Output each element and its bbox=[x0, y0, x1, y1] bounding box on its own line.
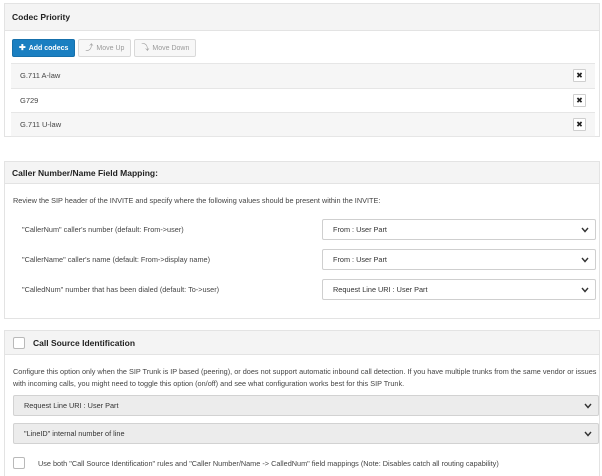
callednum-value: Request Line URI : User Part bbox=[333, 285, 428, 294]
chevron-down-icon bbox=[580, 285, 589, 294]
arrow-down-icon: ⤵ bbox=[141, 43, 150, 52]
codec-list: G.711 A-law ✖ G729 ✖ G.711 U-law ✖ bbox=[11, 63, 595, 137]
call-source-description: Configure this option only when the SIP … bbox=[13, 367, 597, 388]
arrow-up-icon: ⤴ bbox=[85, 43, 94, 52]
call-source-title: Call Source Identification bbox=[33, 337, 136, 348]
use-both-option: Use both "Call Source Identification" ru… bbox=[13, 457, 499, 469]
plus-icon: ✚ bbox=[19, 43, 26, 52]
move-up-button[interactable]: ⤴ Move Up bbox=[78, 39, 132, 57]
callernum-value: From : User Part bbox=[333, 225, 387, 234]
call-source-checkbox[interactable] bbox=[13, 336, 25, 349]
close-icon[interactable]: ✖ bbox=[573, 69, 586, 83]
codec-name: G.711 U-law bbox=[20, 119, 62, 129]
chevron-down-icon bbox=[583, 401, 592, 410]
mapping-row-callernum: "CallerNum" caller's number (default: Fr… bbox=[22, 219, 596, 240]
chevron-down-icon bbox=[580, 225, 589, 234]
list-item[interactable]: G.711 U-law ✖ bbox=[11, 112, 595, 137]
move-up-label: Move Up bbox=[96, 44, 125, 52]
callernum-label: "CallerNum" caller's number (default: Fr… bbox=[22, 225, 184, 234]
callername-value: From : User Part bbox=[333, 255, 387, 264]
codec-name: G.711 A-law bbox=[20, 71, 61, 81]
close-icon[interactable]: ✖ bbox=[573, 117, 586, 131]
lineid-select[interactable]: "LineID" internal number of line bbox=[13, 423, 599, 444]
callername-select[interactable]: From : User Part bbox=[322, 249, 596, 270]
codec-toolbar: ✚ Add codecs ⤴ Move Up ⤵ Move Down bbox=[12, 39, 197, 57]
list-item[interactable]: G729 ✖ bbox=[11, 87, 595, 112]
callednum-label: "CalledNum" number that has been dialed … bbox=[22, 285, 220, 294]
field-mapping-description: Review the SIP header of the INVITE and … bbox=[13, 196, 381, 205]
codec-priority-panel: Codec Priority ✚ Add codecs ⤴ Move Up ⤵ … bbox=[4, 3, 600, 137]
mapping-row-callednum: "CalledNum" number that has been dialed … bbox=[22, 279, 596, 300]
lineid-select-value: "LineID" internal number of line bbox=[24, 429, 125, 438]
codec-priority-title: Codec Priority bbox=[5, 4, 599, 31]
add-codecs-button[interactable]: ✚ Add codecs bbox=[12, 39, 76, 57]
field-mapping-title: Caller Number/Name Field Mapping: bbox=[5, 162, 599, 184]
close-icon[interactable]: ✖ bbox=[573, 93, 586, 107]
move-down-button[interactable]: ⤵ Move Down bbox=[134, 39, 197, 57]
codec-name: G729 bbox=[20, 95, 39, 105]
call-source-select[interactable]: Request Line URI : User Part bbox=[13, 395, 599, 416]
list-item[interactable]: G.711 A-law ✖ bbox=[11, 63, 595, 88]
chevron-down-icon bbox=[583, 429, 592, 438]
callername-label: "CallerName" caller's name (default: Fro… bbox=[22, 255, 211, 264]
call-source-select-value: Request Line URI : User Part bbox=[24, 401, 119, 410]
move-down-label: Move Down bbox=[152, 44, 190, 52]
chevron-down-icon bbox=[580, 255, 589, 264]
call-source-header: Call Source Identification bbox=[5, 331, 599, 355]
use-both-checkbox[interactable] bbox=[13, 457, 25, 469]
use-both-label: Use both "Call Source Identification" ru… bbox=[38, 458, 499, 468]
call-source-panel: Call Source Identification Configure thi… bbox=[4, 330, 600, 476]
mapping-row-callername: "CallerName" caller's name (default: Fro… bbox=[22, 249, 596, 270]
add-codecs-label: Add codecs bbox=[28, 44, 69, 52]
callernum-select[interactable]: From : User Part bbox=[322, 219, 596, 240]
callednum-select[interactable]: Request Line URI : User Part bbox=[322, 279, 596, 300]
field-mapping-panel: Caller Number/Name Field Mapping: Review… bbox=[4, 161, 600, 319]
